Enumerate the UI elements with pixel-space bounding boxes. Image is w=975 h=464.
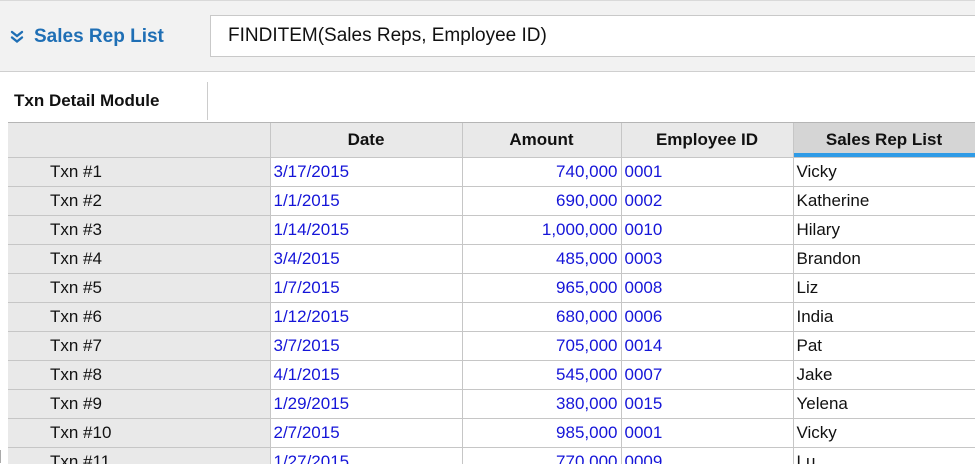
sales-rep-cell[interactable]: Yelena (793, 390, 975, 419)
amount-cell[interactable]: 690,000 (462, 187, 621, 216)
employee-id-cell[interactable]: 0014 (621, 332, 793, 361)
amount-cell[interactable]: 1,000,000 (462, 216, 621, 245)
sales-rep-cell[interactable]: Pat (793, 332, 975, 361)
amount-cell[interactable]: 545,000 (462, 361, 621, 390)
table-row: Txn #73/7/2015705,0000014Pat (8, 332, 975, 361)
sales-rep-cell[interactable]: Lu (793, 448, 975, 464)
employee-id-cell[interactable]: 0015 (621, 390, 793, 419)
date-cell[interactable]: 3/4/2015 (270, 245, 462, 274)
employee-id-cell[interactable]: 0006 (621, 303, 793, 332)
tab-txn-detail-module[interactable]: Txn Detail Module (0, 82, 208, 120)
cell-reference-label: Sales Rep List (34, 26, 164, 48)
row-header-cell[interactable]: Txn #10 (8, 419, 270, 448)
employee-id-cell[interactable]: 0002 (621, 187, 793, 216)
date-cell[interactable]: 1/14/2015 (270, 216, 462, 245)
amount-cell[interactable]: 740,000 (462, 158, 621, 187)
column-header-employee-id[interactable]: Employee ID (621, 123, 793, 158)
date-cell[interactable]: 1/1/2015 (270, 187, 462, 216)
row-header-cell[interactable]: Txn #8 (8, 361, 270, 390)
employee-id-cell[interactable]: 0007 (621, 361, 793, 390)
date-cell[interactable]: 4/1/2015 (270, 361, 462, 390)
formula-input[interactable]: FINDITEM(Sales Reps, Employee ID) (210, 15, 975, 57)
table-row: Txn #102/7/2015985,0000001Vicky (8, 419, 975, 448)
amount-cell[interactable]: 705,000 (462, 332, 621, 361)
table-row: Txn #84/1/2015545,0000007Jake (8, 361, 975, 390)
date-cell[interactable]: 1/27/2015 (270, 448, 462, 464)
sales-rep-cell[interactable]: Jake (793, 361, 975, 390)
date-cell[interactable]: 3/17/2015 (270, 158, 462, 187)
sales-rep-cell[interactable]: Liz (793, 274, 975, 303)
amount-cell[interactable]: 965,000 (462, 274, 621, 303)
data-grid: Date Amount Employee ID Sales Rep List T… (8, 122, 975, 464)
row-header-cell[interactable]: Txn #2 (8, 187, 270, 216)
amount-cell[interactable]: 985,000 (462, 419, 621, 448)
column-header-sales-rep-list[interactable]: Sales Rep List (793, 123, 975, 158)
double-chevron-down-icon (10, 30, 24, 44)
date-cell[interactable]: 1/29/2015 (270, 390, 462, 419)
amount-cell[interactable]: 680,000 (462, 303, 621, 332)
row-header-cell[interactable]: Txn #9 (8, 390, 270, 419)
column-header-date[interactable]: Date (270, 123, 462, 158)
row-header-cell[interactable]: Txn #5 (8, 274, 270, 303)
sales-rep-cell[interactable]: India (793, 303, 975, 332)
column-header-amount[interactable]: Amount (462, 123, 621, 158)
sales-rep-cell[interactable]: Hilary (793, 216, 975, 245)
employee-id-cell[interactable]: 0001 (621, 158, 793, 187)
employee-id-cell[interactable]: 0008 (621, 274, 793, 303)
module-tabstrip: Txn Detail Module (0, 72, 975, 120)
table-row: Txn #91/29/2015380,0000015Yelena (8, 390, 975, 419)
formula-bar: Sales Rep List FINDITEM(Sales Reps, Empl… (0, 0, 975, 72)
row-header-cell[interactable]: Txn #3 (8, 216, 270, 245)
sales-rep-cell[interactable]: Vicky (793, 158, 975, 187)
amount-cell[interactable]: 380,000 (462, 390, 621, 419)
row-header-cell[interactable]: Txn #1 (8, 158, 270, 187)
sales-rep-cell[interactable]: Vicky (793, 419, 975, 448)
date-cell[interactable]: 3/7/2015 (270, 332, 462, 361)
scroll-edge-marker (0, 450, 1, 463)
amount-cell[interactable]: 485,000 (462, 245, 621, 274)
sales-rep-cell[interactable]: Brandon (793, 245, 975, 274)
cell-reference-dropdown[interactable]: Sales Rep List (10, 19, 164, 55)
table-row: Txn #31/14/20151,000,0000010Hilary (8, 216, 975, 245)
date-cell[interactable]: 1/7/2015 (270, 274, 462, 303)
table-row: Txn #43/4/2015485,0000003Brandon (8, 245, 975, 274)
table-row: Txn #111/27/2015770,0000009Lu (8, 448, 975, 464)
corner-header[interactable] (8, 123, 270, 158)
header-row: Date Amount Employee ID Sales Rep List (8, 123, 975, 158)
employee-id-cell[interactable]: 0003 (621, 245, 793, 274)
sales-rep-cell[interactable]: Katherine (793, 187, 975, 216)
row-header-cell[interactable]: Txn #7 (8, 332, 270, 361)
table-row: Txn #61/12/2015680,0000006India (8, 303, 975, 332)
employee-id-cell[interactable]: 0001 (621, 419, 793, 448)
table-row: Txn #21/1/2015690,0000002Katherine (8, 187, 975, 216)
table-row: Txn #51/7/2015965,0000008Liz (8, 274, 975, 303)
date-cell[interactable]: 2/7/2015 (270, 419, 462, 448)
row-header-cell[interactable]: Txn #6 (8, 303, 270, 332)
employee-id-cell[interactable]: 0010 (621, 216, 793, 245)
date-cell[interactable]: 1/12/2015 (270, 303, 462, 332)
row-header-cell[interactable]: Txn #4 (8, 245, 270, 274)
grid-table: Date Amount Employee ID Sales Rep List T… (8, 123, 975, 464)
employee-id-cell[interactable]: 0009 (621, 448, 793, 464)
row-header-cell[interactable]: Txn #11 (8, 448, 270, 464)
table-row: Txn #13/17/2015740,0000001Vicky (8, 158, 975, 187)
amount-cell[interactable]: 770,000 (462, 448, 621, 464)
